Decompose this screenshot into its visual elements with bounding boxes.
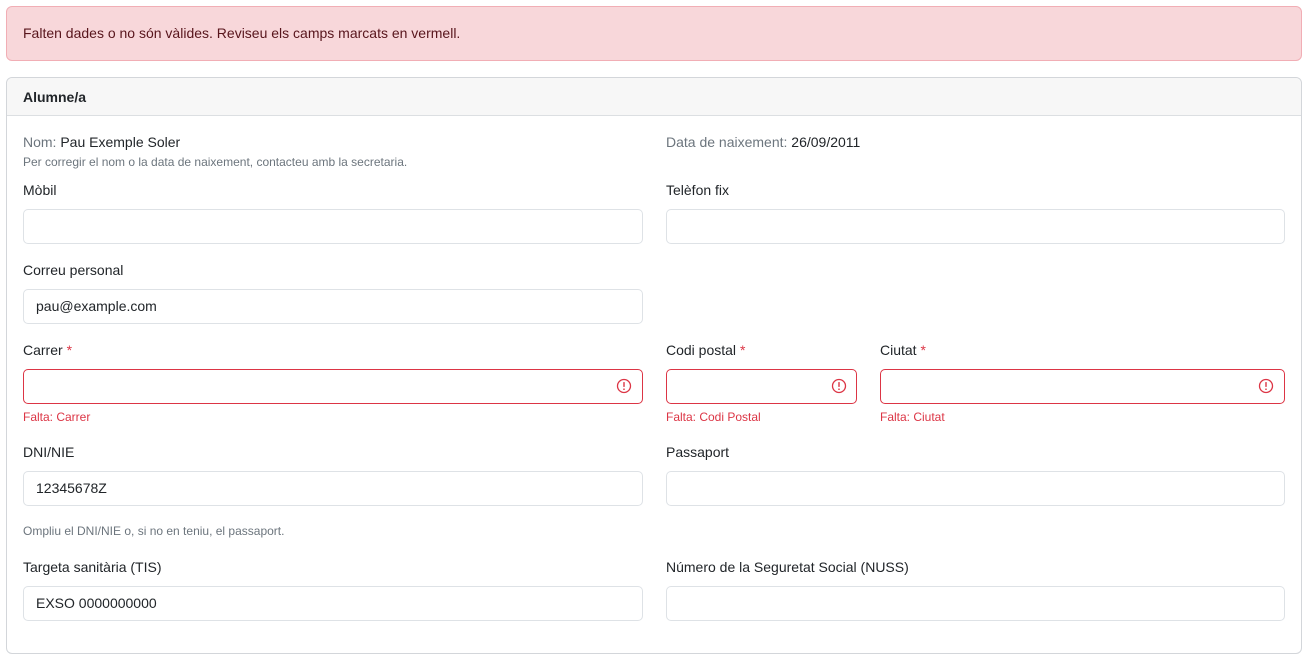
required-mark: * [739, 342, 746, 358]
nuss-label: Número de la Seguretat Social (NUSS) [666, 559, 909, 575]
street-label: Carrer * [23, 342, 72, 358]
city-error: Falta: Ciutat [880, 410, 945, 424]
card-header: Alumne/a [7, 78, 1301, 116]
mobile-input[interactable] [23, 209, 643, 244]
tis-label: Targeta sanitària (TIS) [23, 559, 162, 575]
card-title: Alumne/a [23, 89, 87, 105]
exclamation-circle-icon [1258, 378, 1274, 394]
alert-message: Falten dades o no són vàlides. Reviseu e… [23, 25, 461, 41]
student-name: Nom: Pau Exemple Soler [23, 134, 180, 150]
mobile-label: Mòbil [23, 182, 57, 198]
exclamation-circle-icon [616, 378, 632, 394]
name-label: Nom: [23, 134, 57, 150]
id-help-text: Ompliu el DNI/NIE o, si no en teniu, el … [23, 524, 285, 538]
landline-label: Telèfon fix [666, 182, 730, 198]
tis-input[interactable]: EXSO 0000000000 [23, 586, 643, 621]
city-label-text: Ciutat [880, 342, 917, 358]
required-mark: * [66, 342, 73, 358]
email-input[interactable]: pau@example.com [23, 289, 643, 324]
nuss-input[interactable] [666, 586, 1285, 621]
city-label: Ciutat * [880, 342, 926, 358]
street-input[interactable] [23, 369, 643, 404]
birth-value: 26/09/2011 [791, 134, 861, 150]
name-value: Pau Exemple Soler [60, 134, 181, 150]
postal-code-label-text: Codi postal [666, 342, 737, 358]
street-label-text: Carrer [23, 342, 63, 358]
dni-input[interactable]: 12345678Z [23, 471, 643, 506]
name-help-text: Per corregir el nom o la data de naixeme… [23, 155, 408, 169]
passport-input[interactable] [666, 471, 1285, 506]
required-mark: * [920, 342, 926, 358]
landline-input[interactable] [666, 209, 1285, 244]
dni-label: DNI/NIE [23, 444, 75, 460]
postal-code-input[interactable] [666, 369, 857, 404]
street-error: Falta: Carrer [23, 410, 91, 424]
postal-code-label: Codi postal * [666, 342, 745, 358]
passport-label: Passaport [666, 444, 730, 460]
email-label: Correu personal [23, 262, 124, 278]
exclamation-circle-icon [831, 378, 847, 394]
city-input[interactable] [880, 369, 1285, 404]
validation-alert: Falten dades o no són vàlides. Reviseu e… [6, 6, 1302, 61]
postal-code-error: Falta: Codi Postal [666, 410, 761, 424]
student-birthdate: Data de naixement: 26/09/2011 [666, 134, 860, 150]
student-card: Alumne/a Nom: Pau Exemple Soler Per corr… [6, 77, 1302, 654]
birth-label: Data de naixement: [666, 134, 788, 150]
